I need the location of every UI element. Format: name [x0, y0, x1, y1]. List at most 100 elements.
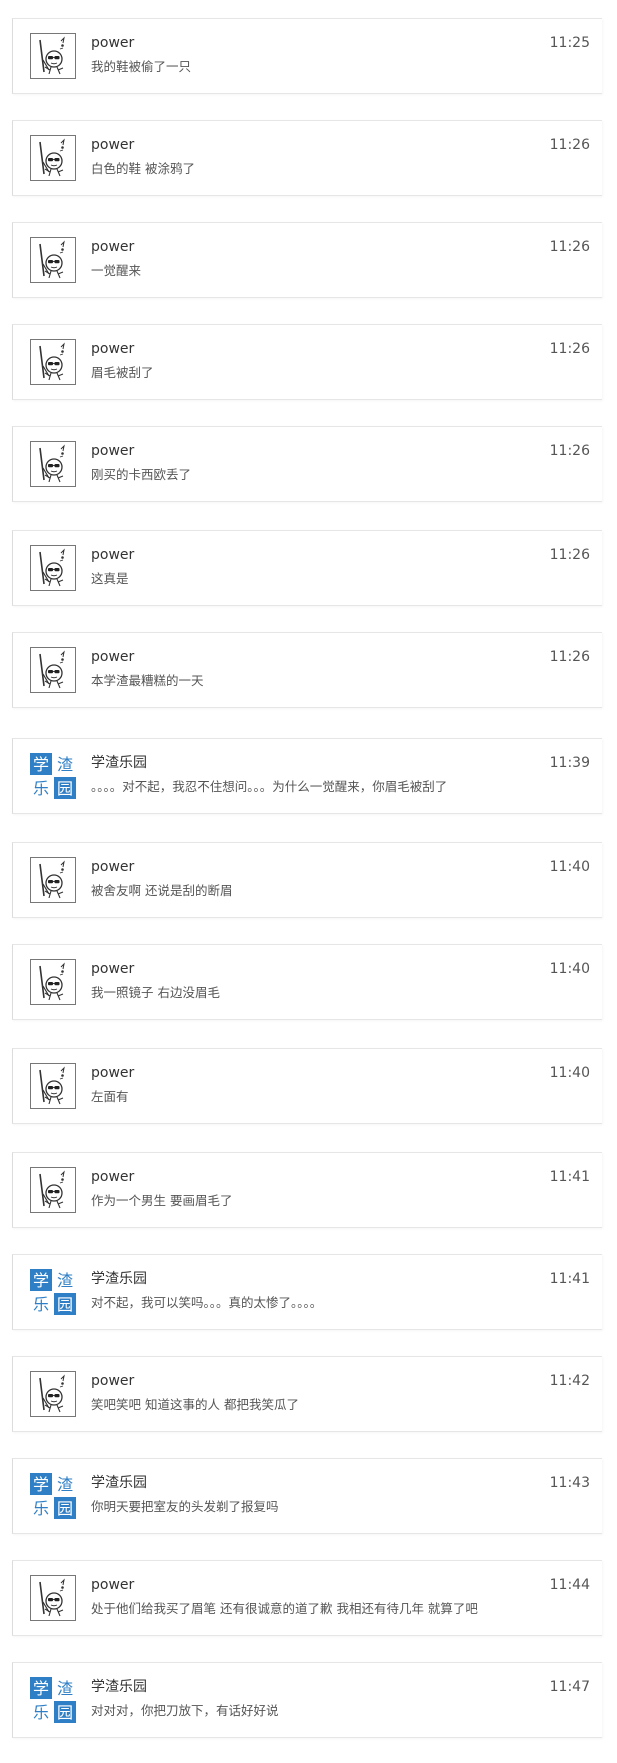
sender-name: power — [91, 1577, 135, 1593]
xuezha-leyuan-logo: 学渣乐园 — [30, 1269, 76, 1315]
svg-text:园: 园 — [57, 779, 73, 798]
conversation-item[interactable]: power 11:42 笑吧笑吧 知道这事的人 都把我笑瓜了 — [12, 1356, 602, 1432]
sender-name: power — [91, 239, 135, 255]
message-time: 11:40 — [549, 859, 590, 875]
sender-name: power — [91, 1373, 135, 1389]
svg-text:学: 学 — [33, 1475, 49, 1494]
conversation-item[interactable]: power 11:26 这真是 — [12, 530, 602, 606]
svg-text:园: 园 — [57, 1499, 73, 1518]
svg-text:学: 学 — [33, 755, 49, 774]
message-time: 11:25 — [549, 35, 590, 51]
message-preview: 白色的鞋 被涂鸦了 — [91, 161, 195, 176]
message-time: 11:26 — [549, 239, 590, 255]
sender-name: power — [91, 35, 135, 51]
svg-text:渣: 渣 — [57, 1679, 73, 1698]
message-time: 11:47 — [549, 1679, 590, 1695]
sunglasses-stickman-icon — [30, 959, 76, 1005]
message-preview: 本学渣最糟糕的一天 — [91, 673, 204, 688]
message-time: 11:26 — [549, 137, 590, 153]
sunglasses-stickman-icon — [30, 339, 76, 385]
sender-name: power — [91, 859, 135, 875]
xuezha-leyuan-logo: 学渣乐园 — [30, 753, 76, 799]
message-time: 11:43 — [549, 1475, 590, 1491]
conversation-item[interactable]: power 11:26 刚买的卡西欧丢了 — [12, 426, 602, 502]
xuezha-leyuan-logo: 学渣乐园 — [30, 1677, 76, 1723]
sunglasses-stickman-icon — [30, 33, 76, 79]
message-preview: 你明天要把室友的头发剃了报复吗 — [91, 1499, 279, 1514]
message-preview: 一觉醒来 — [91, 263, 142, 278]
message-time: 11:41 — [549, 1271, 590, 1287]
conversation-item[interactable]: 学渣乐园 学渣乐园 11:47 对对对，你把刀放下，有话好好说 — [12, 1662, 602, 1738]
sunglasses-stickman-icon — [30, 1371, 76, 1417]
message-time: 11:26 — [549, 649, 590, 665]
svg-text:园: 园 — [57, 1295, 73, 1314]
svg-text:乐: 乐 — [33, 1703, 49, 1722]
sender-name: power — [91, 649, 135, 665]
svg-text:园: 园 — [57, 1703, 73, 1722]
conversation-item[interactable]: 学渣乐园 学渣乐园 11:41 对不起，我可以笑吗。。。真的太惨了。。。。 — [12, 1254, 602, 1330]
sunglasses-stickman-icon — [30, 647, 76, 693]
conversation-item[interactable]: power 11:44 处于他们给我买了眉笔 还有很诚意的道了歉 我相还有待几年… — [12, 1560, 602, 1636]
conversation-item[interactable]: power 11:40 被舍友啊 还说是刮的断眉 — [12, 842, 602, 918]
message-preview: 被舍友啊 还说是刮的断眉 — [91, 883, 233, 898]
conversation-item[interactable]: power 11:40 我一照镜子 右边没眉毛 — [12, 944, 602, 1020]
message-time: 11:41 — [549, 1169, 590, 1185]
svg-text:乐: 乐 — [33, 779, 49, 798]
svg-text:学: 学 — [33, 1679, 49, 1698]
sunglasses-stickman-icon — [30, 1063, 76, 1109]
sunglasses-stickman-icon — [30, 1575, 76, 1621]
svg-text:渣: 渣 — [57, 1475, 73, 1494]
sunglasses-stickman-icon — [30, 237, 76, 283]
sender-name: power — [91, 137, 135, 153]
message-time: 11:26 — [549, 443, 590, 459]
message-preview: 作为一个男生 要画眉毛了 — [91, 1193, 233, 1208]
conversation-list: power 11:25 我的鞋被偷了一只 power 11:26 白色的鞋 被涂… — [0, 0, 617, 1763]
message-preview: 左面有 — [91, 1089, 129, 1104]
message-time: 11:40 — [549, 1065, 590, 1081]
sunglasses-stickman-icon — [30, 545, 76, 591]
message-preview: 对不起，我可以笑吗。。。真的太惨了。。。。 — [91, 1295, 323, 1310]
sunglasses-stickman-icon — [30, 441, 76, 487]
sender-name: power — [91, 1169, 135, 1185]
svg-text:学: 学 — [33, 1271, 49, 1290]
sender-name: power — [91, 341, 135, 357]
conversation-item[interactable]: power 11:26 眉毛被刮了 — [12, 324, 602, 400]
svg-text:渣: 渣 — [57, 755, 73, 774]
sender-name: 学渣乐园 — [91, 1271, 147, 1287]
message-preview: 对对对，你把刀放下，有话好好说 — [91, 1703, 279, 1718]
sunglasses-stickman-icon — [30, 857, 76, 903]
sunglasses-stickman-icon — [30, 135, 76, 181]
conversation-item[interactable]: 学渣乐园 学渣乐园 11:39 。。。。对不起，我忍不住想问。。。为什么一觉醒来… — [12, 738, 602, 814]
conversation-item[interactable]: power 11:25 我的鞋被偷了一只 — [12, 18, 602, 94]
sunglasses-stickman-icon — [30, 1167, 76, 1213]
conversation-item[interactable]: power 11:41 作为一个男生 要画眉毛了 — [12, 1152, 602, 1228]
sender-name: 学渣乐园 — [91, 1679, 147, 1695]
message-preview: 我的鞋被偷了一只 — [91, 59, 192, 74]
conversation-item[interactable]: power 11:26 一觉醒来 — [12, 222, 602, 298]
message-preview: 处于他们给我买了眉笔 还有很诚意的道了歉 我相还有待几年 就算了吧 — [91, 1601, 478, 1616]
sender-name: 学渣乐园 — [91, 1475, 147, 1491]
conversation-item[interactable]: power 11:40 左面有 — [12, 1048, 602, 1124]
message-time: 11:26 — [549, 341, 590, 357]
svg-text:渣: 渣 — [57, 1271, 73, 1290]
svg-text:乐: 乐 — [33, 1295, 49, 1314]
sender-name: power — [91, 547, 135, 563]
message-time: 11:26 — [549, 547, 590, 563]
message-time: 11:44 — [549, 1577, 590, 1593]
message-preview: 这真是 — [91, 571, 129, 586]
conversation-item[interactable]: power 11:26 本学渣最糟糕的一天 — [12, 632, 602, 708]
svg-text:乐: 乐 — [33, 1499, 49, 1518]
message-time: 11:42 — [549, 1373, 590, 1389]
message-preview: 眉毛被刮了 — [91, 365, 154, 380]
message-time: 11:40 — [549, 961, 590, 977]
message-preview: 笑吧笑吧 知道这事的人 都把我笑瓜了 — [91, 1397, 299, 1412]
sender-name: 学渣乐园 — [91, 755, 147, 771]
sender-name: power — [91, 961, 135, 977]
message-time: 11:39 — [549, 755, 590, 771]
message-preview: 我一照镜子 右边没眉毛 — [91, 985, 220, 1000]
sender-name: power — [91, 443, 135, 459]
conversation-item[interactable]: power 11:26 白色的鞋 被涂鸦了 — [12, 120, 602, 196]
message-preview: 。。。。对不起，我忍不住想问。。。为什么一觉醒来，你眉毛被刮了 — [91, 779, 448, 794]
conversation-item[interactable]: 学渣乐园 学渣乐园 11:43 你明天要把室友的头发剃了报复吗 — [12, 1458, 602, 1534]
xuezha-leyuan-logo: 学渣乐园 — [30, 1473, 76, 1519]
